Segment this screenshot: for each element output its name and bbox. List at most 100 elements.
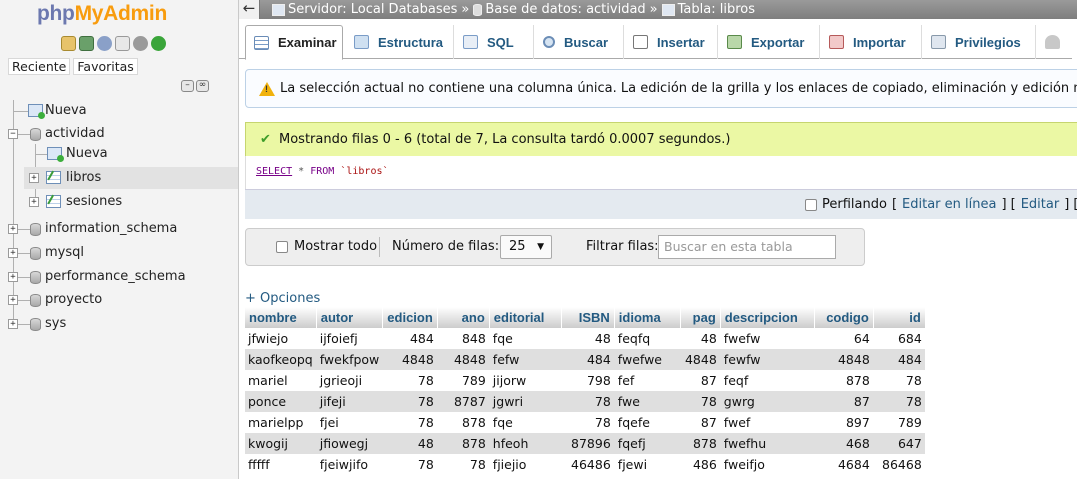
table-cell-descripcion[interactable]: fwef [720, 412, 815, 433]
table-cell-isbn[interactable]: 78 [561, 391, 615, 412]
table-cell-ano[interactable]: 878 [437, 433, 490, 454]
table-cell-editorial[interactable]: fqe [489, 412, 562, 433]
table-cell-nombre[interactable]: mariel [245, 370, 317, 391]
column-header-descripcion[interactable]: descripcion [720, 307, 815, 328]
table-cell-editorial[interactable]: jijorw [489, 370, 562, 391]
table-cell-idioma[interactable]: fqefe [614, 412, 681, 433]
column-header-codigo[interactable]: codigo [814, 307, 874, 328]
table-row[interactable]: mariel jgrieoji 78 789 jijorw 798 fef 87 feqf 878… [245, 370, 926, 391]
expand-toggle-icon[interactable]: + [8, 224, 18, 234]
table-cell-ano[interactable]: 78 [437, 454, 490, 475]
table-cell-codigo[interactable]: 897 [814, 412, 874, 433]
column-header-isbn[interactable]: ISBN [561, 307, 615, 328]
table-row[interactable]: kaofkeopq fwekfpow 4848 4848 fefw 484 fwefwe 48… [245, 349, 926, 370]
tree-item-proyecto[interactable]: + proyecto [0, 289, 238, 311]
tab-examinar[interactable]: Examinar [245, 25, 343, 60]
table-cell-nombre[interactable]: kwogij [245, 433, 317, 454]
gear-icon[interactable] [133, 36, 148, 51]
table-cell-editorial[interactable]: fqe [489, 328, 562, 349]
home-icon[interactable] [61, 36, 76, 51]
phpmyadmin-logo[interactable]: phpMyAdmin [37, 2, 167, 26]
table-cell-nombre[interactable]: marielpp [245, 412, 317, 433]
table-row[interactable]: kwogij jfiowegj 48 878 hfeoh 87896 fqefj 878 fwe… [245, 433, 926, 454]
edit-link[interactable]: Editar [1021, 190, 1060, 220]
table-cell-isbn[interactable]: 48 [561, 328, 615, 349]
sql-query-icon[interactable] [79, 36, 94, 51]
expand-toggle-icon[interactable]: + [29, 197, 39, 207]
sql-query-box[interactable]: SELECT * FROM `libros` [245, 156, 1077, 189]
show-all-checkbox[interactable] [276, 241, 288, 253]
table-cell-pag[interactable]: 4848 [680, 349, 721, 370]
table-cell-nombre[interactable]: fffff [245, 454, 317, 475]
tree-item-new[interactable]: Nueva [0, 100, 238, 122]
table-cell-ano[interactable]: 848 [437, 328, 490, 349]
expand-toggle-icon[interactable]: + [8, 295, 18, 305]
column-header-idioma[interactable]: idioma [614, 307, 681, 328]
tree-item-sys[interactable]: + sys [0, 313, 238, 335]
table-row[interactable]: fffff fjeiwjifo 78 78 fjiejio 46486 fjewi 486 fw… [245, 454, 926, 475]
table-row[interactable]: marielpp fjei 78 878 fqe 78 fqefe 87 fwef 897 789 [245, 412, 926, 433]
table-cell-id[interactable]: 789 [873, 412, 926, 433]
tab-insertar[interactable]: Insertar [625, 25, 718, 59]
table-cell-id[interactable]: 78 [873, 391, 926, 412]
table-cell-edicion[interactable]: 484 [382, 328, 438, 349]
tab-operations[interactable] [1037, 25, 1077, 59]
column-header-pag[interactable]: pag [680, 307, 721, 328]
table-cell-codigo[interactable]: 64 [814, 328, 874, 349]
sql-keyword-select[interactable]: SELECT [256, 166, 292, 177]
table-cell-codigo[interactable]: 87 [814, 391, 874, 412]
explain-link[interactable]: ] [ Expl [1064, 190, 1077, 220]
table-cell-edicion[interactable]: 78 [382, 454, 438, 475]
tab-privilegios[interactable]: Privilegios [923, 25, 1036, 59]
link-with-main-icon[interactable]: ∞ [196, 80, 209, 92]
table-cell-id[interactable]: 78 [873, 370, 926, 391]
table-cell-pag[interactable]: 48 [680, 328, 721, 349]
reload-icon[interactable] [151, 36, 166, 51]
table-cell-autor[interactable]: fwekfpow [316, 349, 383, 370]
table-cell-descripcion[interactable]: fweifjo [720, 454, 815, 475]
table-cell-autor[interactable]: ijfoiefj [316, 328, 383, 349]
tab-sql[interactable]: SQL [455, 25, 534, 59]
table-cell-editorial[interactable]: hfeoh [489, 433, 562, 454]
table-cell-descripcion[interactable]: fwefw [720, 328, 815, 349]
favorites-tab[interactable]: Favoritas [73, 58, 138, 75]
table-cell-ano[interactable]: 4848 [437, 349, 490, 370]
table-cell-idioma[interactable]: fef [614, 370, 681, 391]
table-cell-pag[interactable]: 486 [680, 454, 721, 475]
table-cell-edicion[interactable]: 78 [382, 370, 438, 391]
table-cell-descripcion[interactable]: fwefhu [720, 433, 815, 454]
table-cell-autor[interactable]: jfiowegj [316, 433, 383, 454]
table-cell-editorial[interactable]: jgwri [489, 391, 562, 412]
table-cell-idioma[interactable]: feqfq [614, 328, 681, 349]
column-header-autor[interactable]: autor [316, 307, 384, 328]
show-all-control[interactable]: Mostrar todo [276, 229, 377, 265]
table-cell-codigo[interactable]: 878 [814, 370, 874, 391]
table-cell-ano[interactable]: 8787 [437, 391, 490, 412]
table-cell-edicion[interactable]: 48 [382, 433, 438, 454]
tab-exportar[interactable]: Exportar [719, 25, 820, 59]
column-header-editorial[interactable]: editorial [489, 307, 562, 328]
table-cell-nombre[interactable]: ponce [245, 391, 317, 412]
table-cell-nombre[interactable]: kaofkeopq [245, 349, 317, 370]
table-cell-id[interactable]: 684 [873, 328, 926, 349]
breadcrumb-table[interactable]: Tabla: libros [661, 0, 755, 19]
table-cell-id[interactable]: 86468 [873, 454, 926, 475]
expand-toggle-icon[interactable]: + [8, 272, 18, 282]
column-header-edicion[interactable]: edicion [382, 307, 438, 328]
table-cell-edicion[interactable]: 4848 [382, 349, 438, 370]
table-cell-pag[interactable]: 87 [680, 412, 721, 433]
table-cell-pag[interactable]: 78 [680, 391, 721, 412]
table-cell-isbn[interactable]: 484 [561, 349, 615, 370]
table-cell-codigo[interactable]: 4848 [814, 349, 874, 370]
table-cell-pag[interactable]: 87 [680, 370, 721, 391]
column-header-ano[interactable]: ano [437, 307, 490, 328]
filter-rows-input[interactable]: Buscar en esta tabla [658, 235, 836, 259]
tab-buscar[interactable]: Buscar [535, 25, 624, 59]
table-cell-autor[interactable]: jgrieoji [316, 370, 383, 391]
options-link[interactable]: + Opciones [245, 291, 320, 306]
table-cell-id[interactable]: 484 [873, 349, 926, 370]
tree-item-performance-schema[interactable]: + performance_schema [0, 266, 238, 288]
table-cell-idioma[interactable]: fjewi [614, 454, 681, 475]
collapse-all-icon[interactable]: – [181, 80, 194, 92]
table-cell-autor[interactable]: jifeji [316, 391, 383, 412]
